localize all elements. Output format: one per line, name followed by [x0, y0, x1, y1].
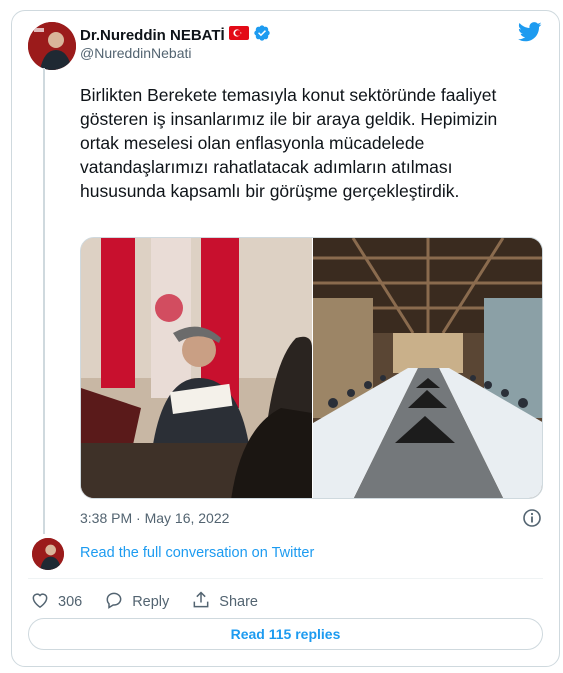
read-full-conversation-link[interactable]: Read the full conversation on Twitter: [80, 545, 314, 561]
tweet-media[interactable]: [80, 237, 543, 499]
thread-connector-line: [43, 68, 45, 534]
share-label: Share: [219, 594, 258, 610]
conversation-avatar[interactable]: [32, 538, 64, 570]
reply-bubble-icon: [104, 590, 124, 614]
author-handle[interactable]: @NureddinNebati: [80, 45, 192, 61]
author-name[interactable]: Dr.Nureddin NEBATİ: [80, 27, 225, 44]
divider: [28, 578, 543, 579]
verified-badge-icon: [253, 24, 271, 47]
photo-meeting-hall[interactable]: [313, 238, 543, 499]
author-name-row[interactable]: Dr.Nureddin NEBATİ: [80, 24, 271, 47]
read-replies-button[interactable]: Read 115 replies: [28, 618, 543, 650]
share-icon: [191, 590, 211, 614]
share-button[interactable]: Share: [191, 590, 258, 614]
author-avatar[interactable]: [28, 22, 76, 70]
tweet-timestamp[interactable]: 3:38 PM · May 16, 2022: [80, 510, 229, 526]
reply-label: Reply: [132, 594, 170, 610]
info-icon[interactable]: [522, 508, 542, 533]
twitter-bird-icon[interactable]: [517, 22, 542, 47]
reply-button[interactable]: Reply: [104, 590, 169, 614]
like-count: 306: [58, 594, 83, 610]
turkey-flag-icon: [228, 26, 249, 45]
action-bar: 306 Reply Share: [30, 590, 280, 614]
heart-icon: [30, 590, 50, 614]
like-button[interactable]: 306: [30, 590, 82, 614]
photo-minister-reading[interactable]: [81, 238, 312, 499]
tweet-text: Birlikten Berekete temasıyla konut sektö…: [80, 85, 503, 201]
